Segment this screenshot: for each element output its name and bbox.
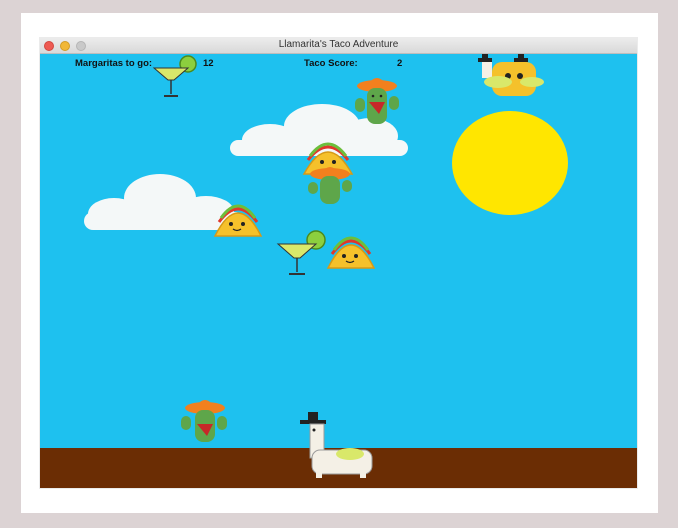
game-window: Llamarita's Taco Adventure Margaritas to… [40,38,637,488]
llama-player-with-hat[interactable] [298,410,378,480]
margaritas-label: Margaritas to go: [75,58,153,69]
cactus-with-sombrero [181,400,227,442]
taco-score-value: 2 [397,58,403,69]
llama-with-hat [478,54,544,96]
game-canvas[interactable]: Margaritas to go: 12 Taco Score: 2 [40,54,637,488]
taco-character [213,204,263,237]
cactus-with-sombrero [355,78,399,124]
sun [452,111,568,215]
taco-score: Taco Score: [304,58,358,69]
margaritas-counter: Margaritas to go: [75,58,152,69]
margaritas-count: 12 [203,58,214,69]
window-titlebar: Llamarita's Taco Adventure [40,38,637,54]
margarita-glass [152,55,197,97]
margarita-glass [276,230,326,275]
window-title: Llamarita's Taco Adventure [278,39,399,50]
taco-character [326,236,376,269]
taco-score-label: Taco Score: [304,58,358,69]
cactus-with-sombrero [308,167,352,204]
